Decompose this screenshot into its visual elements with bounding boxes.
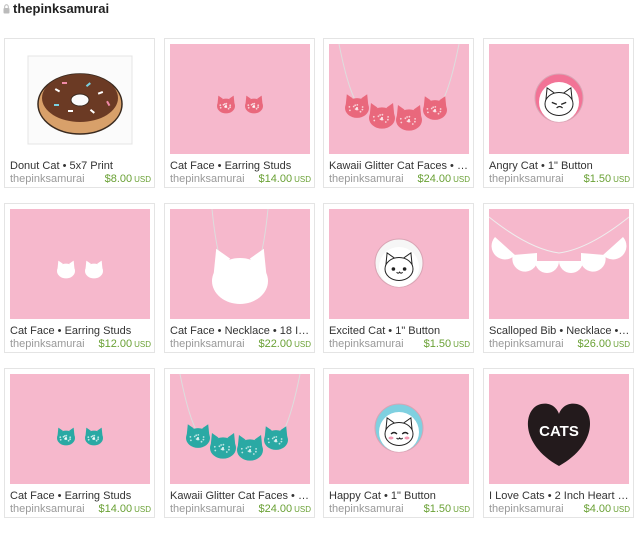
listing-card[interactable]: Happy Cat • 1" Button thepinksamurai $1.… [323, 368, 474, 518]
listing-card[interactable]: Cat Face • Earring Studs thepinksamurai … [164, 38, 315, 188]
price-currency: USD [453, 505, 470, 514]
listing-shop[interactable]: thepinksamurai [170, 173, 245, 186]
listing-price: $4.00 USD [584, 503, 630, 516]
listing-meta: thepinksamurai $8.00 USD [10, 173, 151, 186]
listing-grid: Donut Cat • 5x7 Print thepinksamurai $8.… [0, 0, 640, 534]
price-currency: USD [134, 340, 151, 349]
listing-shop[interactable]: thepinksamurai [329, 503, 404, 516]
listing-image[interactable] [170, 44, 310, 154]
listing-image[interactable] [329, 44, 469, 154]
listing-card[interactable]: Cat Face • Earring Studs thepinksamurai … [4, 368, 155, 518]
listing-title[interactable]: Cat Face • Earring Studs [10, 325, 151, 338]
listing-meta: thepinksamurai $12.00 USD [10, 338, 151, 351]
price-amount: $4.00 [583, 503, 612, 515]
listing-image[interactable] [329, 209, 469, 319]
listing-shop[interactable]: thepinksamurai [10, 503, 85, 516]
listing-shop[interactable]: thepinksamurai [489, 173, 564, 186]
listing-price: $12.00 USD [98, 338, 151, 351]
listing-title[interactable]: Scalloped Bib • Necklace • 18... [489, 325, 630, 338]
listing-price: $1.50 USD [424, 338, 470, 351]
listing-title[interactable]: Cat Face • Earring Studs [10, 490, 151, 503]
listing-meta: thepinksamurai $24.00 USD [329, 173, 470, 186]
price-currency: USD [294, 505, 311, 514]
price-currency: USD [613, 340, 630, 349]
listing-price: $24.00 USD [417, 173, 470, 186]
listing-shop[interactable]: thepinksamurai [10, 173, 85, 186]
listing-meta: thepinksamurai $1.50 USD [329, 503, 470, 516]
listing-price: $22.00 USD [258, 338, 311, 351]
listing-shop[interactable]: thepinksamurai [10, 338, 85, 351]
price-currency: USD [613, 505, 630, 514]
listing-meta: thepinksamurai $14.00 USD [170, 173, 311, 186]
listing-meta: thepinksamurai $4.00 USD [489, 503, 630, 516]
price-currency: USD [613, 175, 630, 184]
price-amount: $14.00 [258, 173, 293, 185]
listing-title[interactable]: I Love Cats • 2 Inch Heart Sh... [489, 490, 630, 503]
price-amount: $1.50 [423, 338, 452, 350]
listing-card[interactable]: Angry Cat • 1" Button thepinksamurai $1.… [483, 38, 634, 188]
price-amount: $14.00 [98, 503, 133, 515]
price-amount: $1.50 [423, 503, 452, 515]
listing-meta: thepinksamurai $26.00 USD [489, 338, 630, 351]
price-amount: $8.00 [104, 173, 133, 185]
listing-card[interactable]: Cat Face • Earring Studs thepinksamurai … [4, 203, 155, 353]
listing-meta: thepinksamurai $1.50 USD [489, 173, 630, 186]
listing-title[interactable]: Kawaii Glitter Cat Faces • Ne... [170, 490, 311, 503]
price-currency: USD [294, 340, 311, 349]
price-amount: $24.00 [417, 173, 452, 185]
price-currency: USD [453, 340, 470, 349]
price-amount: $22.00 [258, 338, 293, 350]
price-currency: USD [134, 175, 151, 184]
price-amount: $12.00 [98, 338, 133, 350]
listing-title[interactable]: Happy Cat • 1" Button [329, 490, 470, 503]
listing-image[interactable] [170, 209, 310, 319]
listing-image[interactable] [489, 209, 629, 319]
listing-title[interactable]: Angry Cat • 1" Button [489, 160, 630, 173]
listing-price: $14.00 USD [98, 503, 151, 516]
listing-price: $1.50 USD [584, 173, 630, 186]
price-amount: $24.00 [258, 503, 293, 515]
listing-title[interactable]: Donut Cat • 5x7 Print [10, 160, 151, 173]
listing-meta: thepinksamurai $1.50 USD [329, 338, 470, 351]
price-currency: USD [134, 505, 151, 514]
listing-image[interactable] [489, 44, 629, 154]
listing-card[interactable]: Scalloped Bib • Necklace • 18... thepink… [483, 203, 634, 353]
listing-price: $26.00 USD [577, 338, 630, 351]
listing-title[interactable]: Cat Face • Necklace • 18 Inc... [170, 325, 311, 338]
listing-card[interactable]: Donut Cat • 5x7 Print thepinksamurai $8.… [4, 38, 155, 188]
listing-image[interactable] [10, 374, 150, 484]
price-amount: $1.50 [583, 173, 612, 185]
listing-title[interactable]: Kawaii Glitter Cat Faces • Ne... [329, 160, 470, 173]
listing-price: $14.00 USD [258, 173, 311, 186]
listing-price: $1.50 USD [424, 503, 470, 516]
listing-title[interactable]: Cat Face • Earring Studs [170, 160, 311, 173]
listing-price: $24.00 USD [258, 503, 311, 516]
listing-image[interactable]: CATS [489, 374, 629, 484]
heart-text: CATS [539, 423, 579, 440]
listing-shop[interactable]: thepinksamurai [489, 503, 564, 516]
listing-image[interactable] [329, 374, 469, 484]
listing-meta: thepinksamurai $22.00 USD [170, 338, 311, 351]
listing-meta: thepinksamurai $24.00 USD [170, 503, 311, 516]
listing-meta: thepinksamurai $14.00 USD [10, 503, 151, 516]
listing-price: $8.00 USD [105, 173, 151, 186]
listing-shop[interactable]: thepinksamurai [489, 338, 564, 351]
price-amount: $26.00 [577, 338, 612, 350]
price-currency: USD [294, 175, 311, 184]
price-currency: USD [453, 175, 470, 184]
listing-shop[interactable]: thepinksamurai [170, 503, 245, 516]
listing-title[interactable]: Excited Cat • 1" Button [329, 325, 470, 338]
listing-card[interactable]: Cat Face • Necklace • 18 Inc... thepinks… [164, 203, 315, 353]
listing-card[interactable]: Excited Cat • 1" Button thepinksamurai $… [323, 203, 474, 353]
listing-image[interactable] [10, 44, 150, 154]
listing-image[interactable] [10, 209, 150, 319]
listing-shop[interactable]: thepinksamurai [170, 338, 245, 351]
listing-card[interactable]: CATS I Love Cats • 2 Inch Heart Sh... th… [483, 368, 634, 518]
listing-image[interactable] [170, 374, 310, 484]
listing-shop[interactable]: thepinksamurai [329, 173, 404, 186]
listing-card[interactable]: Kawaii Glitter Cat Faces • Ne... thepink… [164, 368, 315, 518]
listing-shop[interactable]: thepinksamurai [329, 338, 404, 351]
listing-card[interactable]: Kawaii Glitter Cat Faces • Ne... thepink… [323, 38, 474, 188]
